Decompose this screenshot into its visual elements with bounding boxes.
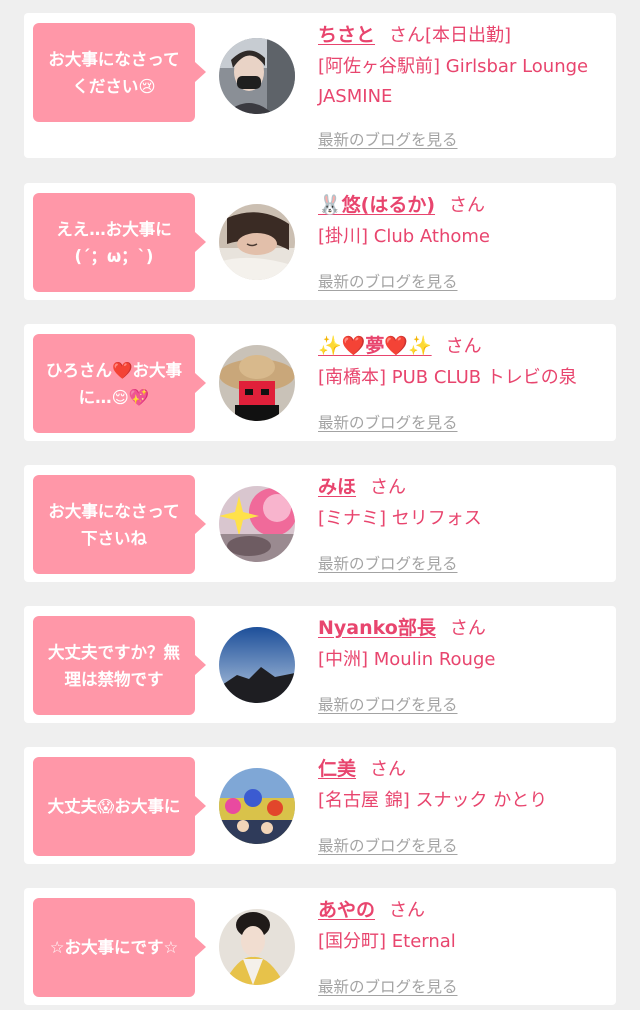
shop-name: [名古屋 錦] スナック かとり bbox=[318, 790, 548, 811]
avatar[interactable] bbox=[219, 486, 295, 562]
message-card: ひろさん❤️お大事 に…😌💖 ✨❤️夢❤️✨ さん [南橋本] PUB CLUB … bbox=[24, 324, 616, 441]
avatar[interactable] bbox=[219, 204, 295, 280]
comment-text: ひろさん❤️お大事 に…😌💖 bbox=[45, 360, 183, 407]
name-line: あやの さん bbox=[318, 894, 610, 927]
latest-blog-link[interactable]: 最新のブログを見る bbox=[318, 270, 458, 292]
comment-bubble: 大丈夫😱お大事に bbox=[33, 757, 206, 856]
cast-info: みほ さん [ミナミ] セリフォス bbox=[318, 471, 610, 534]
latest-blog-link[interactable]: 最新のブログを見る bbox=[318, 975, 458, 997]
comment-text: お大事になさって 下さいね bbox=[48, 501, 180, 548]
cast-name-link[interactable]: ちさと bbox=[318, 24, 375, 46]
cast-info: あやの さん [国分町] Eternal bbox=[318, 894, 610, 957]
latest-blog-link[interactable]: 最新のブログを見る bbox=[318, 693, 458, 715]
comment-text: お大事になさって ください😢 bbox=[48, 49, 180, 96]
honorific: さん bbox=[370, 759, 407, 780]
avatar[interactable] bbox=[219, 627, 295, 703]
name-line: 🐰悠(はるか) さん bbox=[318, 189, 610, 222]
cast-info: Nyanko部長 さん [中洲] Moulin Rouge bbox=[318, 612, 610, 675]
comment-bubble: お大事になさって 下さいね bbox=[33, 475, 206, 574]
honorific: さん bbox=[389, 900, 426, 921]
shop-name: [南橋本] PUB CLUB トレビの泉 bbox=[318, 367, 577, 388]
message-card: ええ…お大事に (´；ω；`) 🐰悠(はるか) さん [掛川] Club Atho… bbox=[24, 183, 616, 300]
straw-hat-photo-icon bbox=[219, 345, 295, 421]
shop-name: [国分町] Eternal bbox=[318, 931, 456, 952]
cast-info: 仁美 さん [名古屋 錦] スナック かとり bbox=[318, 753, 610, 816]
woman-with-mask-photo-icon bbox=[219, 38, 295, 114]
comment-text: ええ…お大事に (´；ω；`) bbox=[56, 219, 172, 266]
latest-blog-link[interactable]: 最新のブログを見る bbox=[318, 128, 458, 150]
message-card: お大事になさって ください😢 ちさと さん[本日出勤] [阿佐ヶ谷駅前] Girl… bbox=[24, 13, 616, 158]
cast-name-link[interactable]: みほ bbox=[318, 476, 356, 498]
cast-name-link[interactable]: 仁美 bbox=[318, 758, 356, 780]
mountain-sky-photo-icon bbox=[219, 627, 295, 703]
cast-name-link[interactable]: 🐰悠(はるか) bbox=[318, 194, 435, 216]
avatar[interactable] bbox=[219, 768, 295, 844]
cast-name-link[interactable]: Nyanko部長 bbox=[318, 617, 436, 639]
kimono-woman-photo-icon bbox=[219, 909, 295, 985]
name-line: みほ さん bbox=[318, 471, 610, 504]
festival-crowd-photo-icon bbox=[219, 768, 295, 844]
message-card: ☆お大事にです☆ あやの さん [国分町] Eternal 最新のブログを見る bbox=[24, 888, 616, 1005]
shop-name: [掛川] Club Athome bbox=[318, 226, 490, 247]
name-line: ちさと さん[本日出勤] bbox=[318, 19, 610, 52]
cast-info: ちさと さん[本日出勤] [阿佐ヶ谷駅前] Girlsbar Lounge JAS… bbox=[318, 19, 610, 112]
shop-name: [阿佐ヶ谷駅前] Girlsbar Lounge JASMINE bbox=[318, 56, 589, 107]
comment-text: 大丈夫😱お大事に bbox=[47, 797, 181, 816]
sleeping-woman-photo-icon bbox=[219, 204, 295, 280]
message-card: 大丈夫😱お大事に 仁美 さん [名古屋 錦] スナック かとり 最新のブログを見る bbox=[24, 747, 616, 864]
cast-name-link[interactable]: ✨❤️夢❤️✨ bbox=[318, 335, 432, 357]
comment-bubble: ひろさん❤️お大事 に…😌💖 bbox=[33, 334, 206, 433]
name-line: ✨❤️夢❤️✨ さん bbox=[318, 330, 610, 363]
honorific: さん bbox=[449, 618, 486, 639]
comment-text: 大丈夫ですか？無 理は禁物です bbox=[48, 642, 180, 689]
honorific: さん bbox=[370, 477, 407, 498]
comment-bubble: 大丈夫ですか？無 理は禁物です bbox=[33, 616, 206, 715]
message-card: 大丈夫ですか？無 理は禁物です Nyanko部長 さん [中洲] Moulin R… bbox=[24, 606, 616, 723]
avatar[interactable] bbox=[219, 345, 295, 421]
message-card: お大事になさって 下さいね みほ さん [ミナミ] セリフォス 最新のブログを見る bbox=[24, 465, 616, 582]
avatar[interactable] bbox=[219, 38, 295, 114]
avatar[interactable] bbox=[219, 909, 295, 985]
cast-info: 🐰悠(はるか) さん [掛川] Club Athome bbox=[318, 189, 610, 252]
latest-blog-link[interactable]: 最新のブログを見る bbox=[318, 552, 458, 574]
honorific: さん bbox=[449, 195, 486, 216]
sparkle-pink-photo-icon bbox=[219, 486, 295, 562]
cast-info: ✨❤️夢❤️✨ さん [南橋本] PUB CLUB トレビの泉 bbox=[318, 330, 610, 393]
comment-bubble: お大事になさって ください😢 bbox=[33, 23, 206, 122]
name-line: Nyanko部長 さん bbox=[318, 612, 610, 645]
honorific: さん bbox=[445, 336, 482, 357]
shop-name: [ミナミ] セリフォス bbox=[318, 508, 482, 529]
latest-blog-link[interactable]: 最新のブログを見る bbox=[318, 834, 458, 856]
shop-name: [中洲] Moulin Rouge bbox=[318, 649, 496, 670]
comment-bubble: ☆お大事にです☆ bbox=[33, 898, 206, 997]
honorific: さん[本日出勤] bbox=[389, 25, 512, 46]
comment-bubble: ええ…お大事に (´；ω；`) bbox=[33, 193, 206, 292]
latest-blog-link[interactable]: 最新のブログを見る bbox=[318, 411, 458, 433]
cast-name-link[interactable]: あやの bbox=[318, 899, 375, 921]
comment-text: ☆お大事にです☆ bbox=[49, 938, 179, 957]
name-line: 仁美 さん bbox=[318, 753, 610, 786]
